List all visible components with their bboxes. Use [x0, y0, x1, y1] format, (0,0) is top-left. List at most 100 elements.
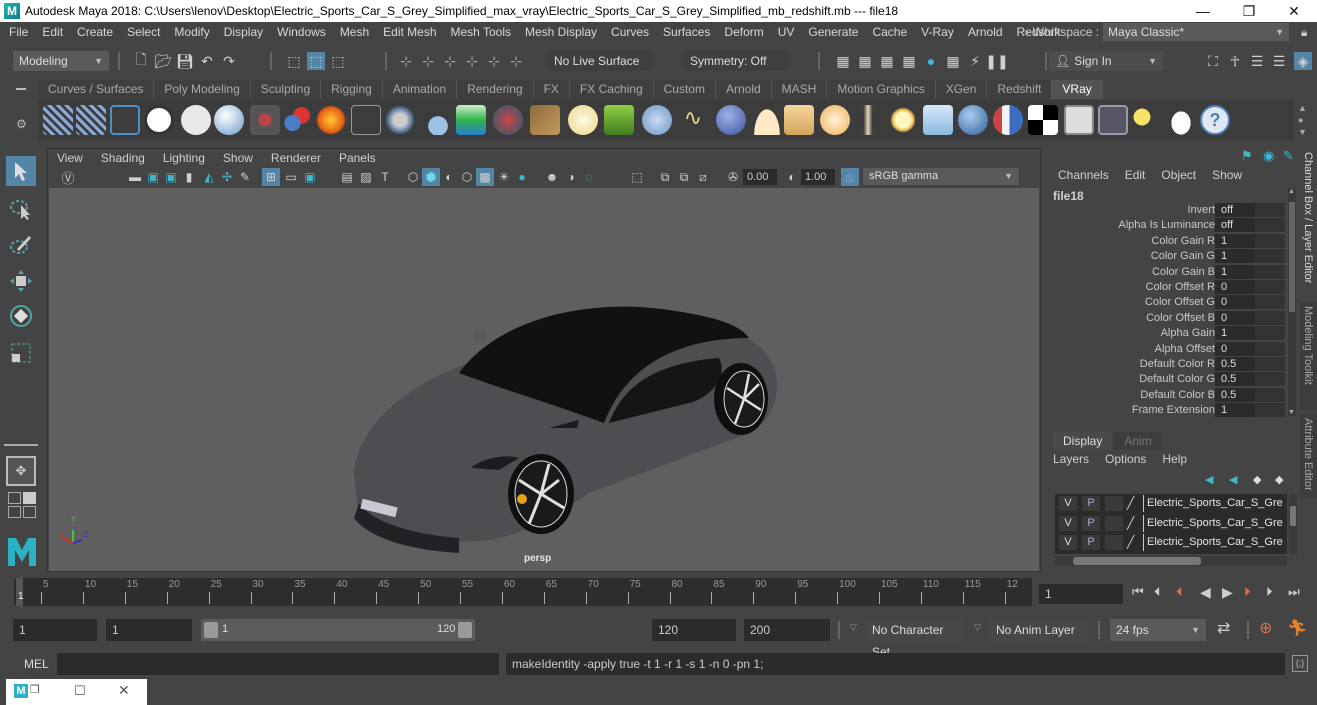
play-backwards-icon[interactable]: ◀: [1200, 584, 1211, 601]
start-time-field[interactable]: 1: [13, 619, 97, 641]
snap-point-icon[interactable]: ⊹: [441, 52, 459, 70]
shelf-scroll[interactable]: ▲ ● ▼: [1298, 102, 1307, 138]
lasso-tool-icon[interactable]: [6, 194, 36, 224]
vray-camera-icon[interactable]: [250, 105, 280, 135]
attribute-value[interactable]: 0: [1215, 341, 1285, 356]
new-layer-from-selected-icon[interactable]: ◆: [1275, 473, 1283, 486]
attribute-value[interactable]: off: [1215, 203, 1285, 217]
gamma-field[interactable]: 1.00: [801, 169, 835, 185]
shelf-tab-mash[interactable]: MASH: [771, 80, 828, 99]
menu-surfaces[interactable]: Surfaces: [656, 25, 717, 39]
select-object-icon[interactable]: ⬚: [307, 52, 325, 70]
cb-menu-channels[interactable]: Channels: [1050, 168, 1117, 182]
light-editor-icon[interactable]: ⚡︎: [966, 52, 984, 70]
range-slider[interactable]: 1 120: [201, 619, 475, 641]
step-back-key-icon[interactable]: ⏴: [1176, 584, 1183, 600]
display-type-toggle[interactable]: [1105, 515, 1123, 531]
attribute-row[interactable]: Color Gain B1: [1045, 264, 1285, 280]
vray-logo-icon[interactable]: [144, 105, 174, 135]
shelf-tab-fx[interactable]: FX: [533, 80, 570, 99]
shelf-menu-icon[interactable]: [16, 88, 26, 90]
step-forward-frame-icon[interactable]: ⏵: [1266, 584, 1273, 600]
safe-action-icon[interactable]: ▨: [357, 168, 375, 186]
menu-deform[interactable]: Deform: [717, 25, 770, 39]
minimized-window[interactable]: M ❐ ☐ ✕: [6, 679, 147, 705]
range-slider-max-handle[interactable]: [458, 622, 472, 638]
vray-doc-icon[interactable]: [181, 105, 211, 135]
vray-half-dome-icon[interactable]: [752, 105, 782, 135]
snap-grid-icon[interactable]: ⊹: [397, 52, 415, 70]
select-camera-icon[interactable]: ▬: [126, 168, 144, 186]
vray-spot-icon[interactable]: [784, 105, 814, 135]
vray-cone-sphere-icon[interactable]: [420, 105, 450, 135]
color-management-icon[interactable]: ◎: [841, 168, 859, 186]
cb-menu-object[interactable]: Object: [1153, 168, 1204, 182]
snap-view-plane-icon[interactable]: ⊹: [485, 52, 503, 70]
vp-menu-lighting[interactable]: Lighting: [154, 151, 214, 165]
menu-select[interactable]: Select: [120, 25, 167, 39]
shadows-icon[interactable]: ●: [513, 168, 531, 186]
rotate-tool-icon[interactable]: [6, 301, 36, 331]
visibility-toggle[interactable]: V: [1059, 515, 1077, 531]
channel-box-sync-icon[interactable]: ◉: [1263, 148, 1274, 164]
attribute-row[interactable]: Alpha Offset 0: [1045, 341, 1285, 357]
tab-anim[interactable]: Anim: [1114, 432, 1162, 450]
attribute-name[interactable]: Default Color R: [1140, 357, 1215, 372]
attribute-value[interactable]: off: [1215, 218, 1285, 233]
pause-viewport-icon[interactable]: ❚❚: [985, 52, 1008, 70]
vray-multi-material-icon[interactable]: [993, 105, 1023, 135]
make-live-icon[interactable]: ⊹: [507, 52, 525, 70]
visibility-toggle[interactable]: V: [1059, 535, 1077, 550]
menu-uv[interactable]: UV: [771, 25, 802, 39]
attribute-value[interactable]: 0: [1215, 310, 1285, 325]
display-type-toggle[interactable]: [1105, 496, 1123, 511]
exposure-field[interactable]: 0.00: [743, 169, 777, 185]
side-tab-modeling-toolkit[interactable]: Modeling Toolkit: [1300, 302, 1317, 410]
select-hierarchy-icon[interactable]: ⬚: [285, 52, 303, 70]
close-icon[interactable]: ✕: [118, 682, 130, 699]
attribute-value[interactable]: 0: [1215, 295, 1285, 310]
move-layer-down-icon[interactable]: ◀: [1229, 473, 1237, 486]
layer-name[interactable]: Electric_Sports_Car_S_Grey_Simplified: [1143, 514, 1283, 532]
playback-end-field[interactable]: 120: [652, 619, 736, 641]
vray-grass-icon[interactable]: [604, 105, 634, 135]
auto-key-icon[interactable]: ⊕: [1259, 618, 1272, 638]
character-set-chevron-icon[interactable]: ▽: [850, 622, 857, 633]
layer-list-hscrollbar[interactable]: [1055, 556, 1287, 566]
attribute-name[interactable]: Invert: [1187, 203, 1215, 218]
attribute-value[interactable]: 1: [1215, 264, 1285, 279]
paint-select-tool-icon[interactable]: [6, 230, 36, 260]
display-type-toggle[interactable]: [1105, 535, 1123, 550]
shelf-tab-rigging[interactable]: Rigging: [321, 80, 383, 99]
sign-in-dropdown[interactable]: 👤︎ Sign In ▼: [1049, 51, 1163, 71]
attribute-row[interactable]: Color Offset G0: [1045, 295, 1285, 310]
menu-windows[interactable]: Windows: [270, 25, 333, 39]
play-forwards-icon[interactable]: ▶: [1222, 584, 1233, 601]
current-frame-field[interactable]: 1: [1039, 584, 1123, 604]
shelf-tab-curves-surfaces[interactable]: Curves / Surfaces: [38, 80, 155, 99]
attribute-name[interactable]: Alpha Is Luminance: [1118, 218, 1215, 233]
safe-title-icon[interactable]: T: [376, 168, 394, 186]
undo-icon[interactable]: ↶: [198, 52, 216, 70]
close-button[interactable]: ✕: [1271, 0, 1317, 22]
step-back-frame-icon[interactable]: ⏴: [1154, 584, 1161, 600]
field-chart-icon[interactable]: ▤: [338, 168, 356, 186]
smooth-shade-icon[interactable]: ⬢: [422, 168, 440, 186]
shelf-tab-xgen[interactable]: XGen: [935, 80, 988, 99]
shelf-tab-fx-caching[interactable]: FX Caching: [569, 80, 654, 99]
gamma-icon[interactable]: ◐: [783, 168, 801, 186]
bookmark-icon[interactable]: ▮: [180, 168, 198, 186]
render-settings-icon[interactable]: ▦: [900, 52, 918, 70]
ipr-render-icon[interactable]: ▦: [878, 52, 896, 70]
xray-components-icon[interactable]: ⧄: [694, 168, 712, 186]
snap-projected-center-icon[interactable]: ⊹: [463, 52, 481, 70]
scale-tool-icon[interactable]: [6, 338, 36, 368]
time-slider[interactable]: 1 5 10 15 20 25 30 35 40 45 50 55 60 65 70 75 80 85 90 95 1…: [14, 578, 1032, 606]
menu-arnold[interactable]: Arnold: [961, 25, 1010, 39]
shelf-tab-poly-modeling[interactable]: Poly Modeling: [154, 80, 251, 99]
two-d-pan-zoom-icon[interactable]: ✣: [218, 168, 236, 186]
cb-menu-edit[interactable]: Edit: [1117, 168, 1154, 182]
attribute-row[interactable]: Invert off: [1045, 203, 1285, 218]
expand-menu-icon[interactable]: »: [1024, 27, 1030, 38]
vray-spline-icon[interactable]: ∿: [678, 105, 708, 135]
